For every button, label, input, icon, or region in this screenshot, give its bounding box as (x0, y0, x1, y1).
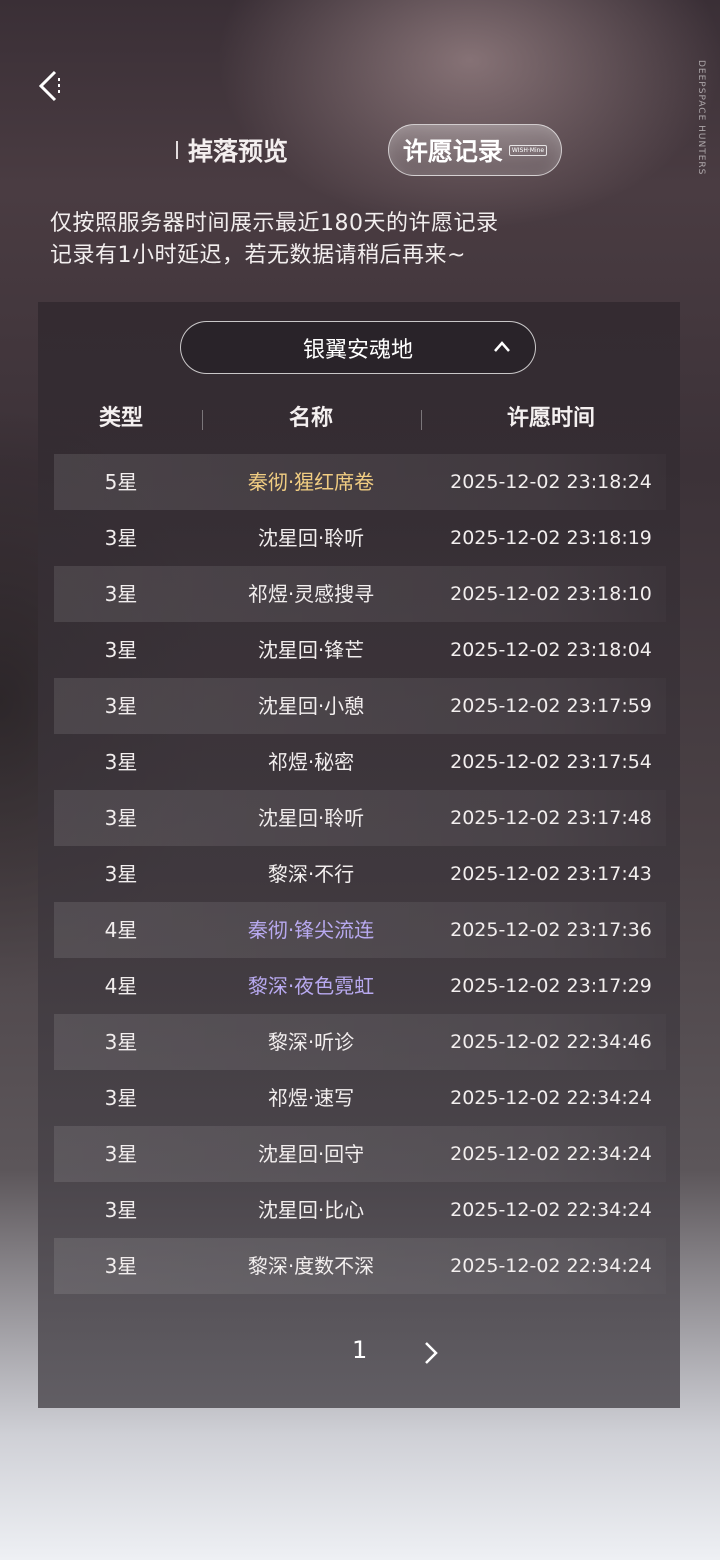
row-time: 2025-12-02 23:18:10 (450, 583, 652, 605)
notice-text: 仅按照服务器时间展示最近180天的许愿记录 记录有1小时延迟，若无数据请稍后再来… (50, 208, 670, 272)
row-name: 秦彻·锋尖流连 (247, 918, 375, 942)
table-row: 3星 黎深·度数不深 2025-12-02 22:34:24 (54, 1238, 666, 1294)
row-name: 沈星回·聆听 (257, 806, 365, 830)
header-divider (421, 410, 422, 430)
tab-wish-records[interactable]: 许愿记录 WISH·Mine (388, 124, 562, 176)
table-row: 3星 黎深·不行 2025-12-02 23:17:43 (54, 846, 666, 902)
row-time: 2025-12-02 23:17:43 (450, 863, 652, 885)
row-name: 沈星回·比心 (257, 1198, 365, 1222)
row-time: 2025-12-02 22:34:24 (450, 1087, 652, 1109)
row-time: 2025-12-02 22:34:24 (450, 1255, 652, 1277)
pool-select-value: 银翼安魂地 (302, 337, 413, 363)
tab-bar: 掉落预览 许愿记录 WISH·Mine (0, 122, 720, 178)
table-row: 3星 沈星回·回守 2025-12-02 22:34:24 (54, 1126, 666, 1182)
row-name: 祁煜·灵感搜寻 (247, 582, 375, 606)
row-time: 2025-12-02 23:18:04 (450, 639, 652, 661)
row-name: 沈星回·聆听 (257, 526, 365, 550)
table-header: 类型 名称 许愿时间 (54, 400, 666, 440)
header-divider (202, 410, 203, 430)
table-row: 3星 黎深·听诊 2025-12-02 22:34:46 (54, 1014, 666, 1070)
table-row: 3星 沈星回·聆听 2025-12-02 23:17:48 (54, 790, 666, 846)
row-time: 2025-12-02 23:17:54 (450, 751, 652, 773)
row-name: 黎深·不行 (267, 862, 355, 886)
header-time: 许愿时间 (506, 406, 596, 431)
table-row: 4星 黎深·夜色霓虹 2025-12-02 23:17:29 (54, 958, 666, 1014)
row-name: 祁煜·秘密 (267, 750, 355, 774)
row-time: 2025-12-02 23:17:29 (450, 975, 652, 997)
pool-select-dropdown[interactable]: 银翼安魂地 (180, 321, 536, 374)
row-time: 2025-12-02 22:34:24 (450, 1199, 652, 1221)
row-type: 3星 (104, 1086, 138, 1110)
records-table-body: 5星 秦彻·猩红席卷 2025-12-02 23:18:24 3星 沈星回·聆听 2025… (54, 454, 666, 1294)
row-type: 3星 (104, 806, 138, 830)
table-row: 5星 秦彻·猩红席卷 2025-12-02 23:18:24 (54, 454, 666, 510)
table-row: 3星 祁煜·秘密 2025-12-02 23:17:54 (54, 734, 666, 790)
row-name: 祁煜·速写 (267, 1086, 355, 1110)
row-name: 黎深·度数不深 (247, 1254, 375, 1278)
table-row: 3星 沈星回·比心 2025-12-02 22:34:24 (54, 1182, 666, 1238)
tab-wish-records-label: 许愿记录 (402, 137, 503, 166)
chevron-right-icon[interactable] (418, 1338, 444, 1368)
row-name: 黎深·夜色霓虹 (247, 974, 375, 998)
table-row: 3星 祁煜·速写 2025-12-02 22:34:24 (54, 1070, 666, 1126)
table-row: 3星 沈星回·聆听 2025-12-02 23:18:19 (54, 510, 666, 566)
tab-mini-tag: WISH·Mine (508, 144, 548, 156)
row-type: 3星 (104, 582, 138, 606)
row-time: 2025-12-02 23:17:36 (450, 919, 652, 941)
row-type: 3星 (104, 862, 138, 886)
row-type: 3星 (104, 1030, 138, 1054)
row-name: 沈星回·锋芒 (257, 638, 365, 662)
row-name: 沈星回·回守 (257, 1142, 365, 1166)
tab-divider (176, 141, 178, 159)
row-name: 黎深·听诊 (267, 1030, 355, 1054)
table-row: 3星 沈星回·锋芒 2025-12-02 23:18:04 (54, 622, 666, 678)
table-row: 3星 沈星回·小憩 2025-12-02 23:17:59 (54, 678, 666, 734)
row-type: 5星 (104, 470, 138, 494)
row-name: 秦彻·猩红席卷 (247, 470, 375, 494)
row-type: 3星 (104, 638, 138, 662)
header-type: 类型 (98, 406, 144, 431)
back-chevron-icon (38, 70, 60, 102)
row-time: 2025-12-02 23:18:24 (450, 471, 652, 493)
header-name: 名称 (288, 406, 334, 431)
table-row: 3星 祁煜·灵感搜寻 2025-12-02 23:18:10 (54, 566, 666, 622)
row-type: 3星 (104, 1254, 138, 1278)
notice-line-2: 记录有1小时延迟，若无数据请稍后再来~ (50, 243, 466, 268)
notice-line-1: 仅按照服务器时间展示最近180天的许愿记录 (50, 211, 499, 236)
pagination: 1 (0, 1330, 720, 1374)
row-type: 4星 (104, 918, 138, 942)
row-type: 4星 (104, 974, 138, 998)
row-type: 3星 (104, 1142, 138, 1166)
tab-drop-preview[interactable]: 掉落预览 (176, 130, 288, 170)
row-time: 2025-12-02 23:18:19 (450, 527, 652, 549)
back-button[interactable] (30, 64, 70, 108)
table-row: 4星 秦彻·锋尖流连 2025-12-02 23:17:36 (54, 902, 666, 958)
row-name: 沈星回·小憩 (257, 694, 365, 718)
chevron-up-icon (494, 341, 510, 352)
row-time: 2025-12-02 22:34:24 (450, 1143, 652, 1165)
row-type: 3星 (104, 694, 138, 718)
row-type: 3星 (104, 1198, 138, 1222)
row-time: 2025-12-02 23:17:59 (450, 695, 652, 717)
row-type: 3星 (104, 526, 138, 550)
tab-drop-preview-label: 掉落预览 (188, 137, 289, 166)
row-type: 3星 (104, 750, 138, 774)
row-time: 2025-12-02 23:17:48 (450, 807, 652, 829)
row-time: 2025-12-02 22:34:46 (450, 1031, 652, 1053)
current-page[interactable]: 1 (352, 1336, 367, 1364)
